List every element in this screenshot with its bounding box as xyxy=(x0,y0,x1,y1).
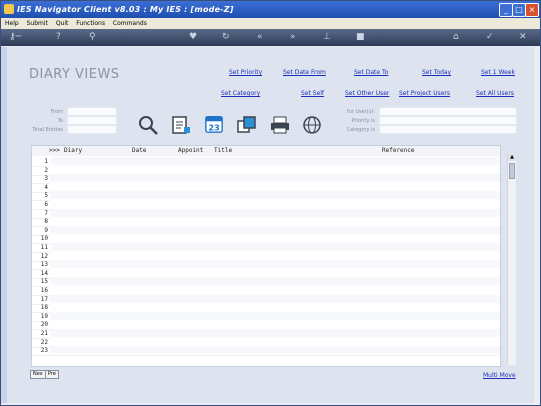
back-icon[interactable]: « xyxy=(257,32,263,43)
scroll-up-arrow[interactable]: ▲ xyxy=(508,153,516,161)
row-cell[interactable] xyxy=(50,217,500,226)
grid-header: >>> Diary Date Appoint Title Reference xyxy=(32,146,500,156)
to-label: To xyxy=(57,118,63,124)
priority-label: Priority is xyxy=(351,118,375,124)
close-button[interactable]: × xyxy=(525,3,539,17)
row-cell[interactable] xyxy=(50,277,500,286)
col-reference[interactable]: Reference xyxy=(382,146,415,156)
stop-icon[interactable]: ■ xyxy=(356,32,365,43)
row-cell[interactable] xyxy=(50,191,500,200)
priority-field[interactable] xyxy=(379,116,517,125)
row-cell[interactable] xyxy=(50,157,500,165)
calendar-icon[interactable]: 23 xyxy=(203,114,225,134)
row-cell[interactable] xyxy=(50,337,500,346)
help-icon[interactable]: ? xyxy=(56,32,61,43)
title-bar: IES Navigator Client v8.03 : My IES : [m… xyxy=(1,1,540,18)
heart-icon[interactable]: ♥ xyxy=(189,32,197,43)
set-all-users-link[interactable]: Set All Users xyxy=(476,90,514,97)
row-cell[interactable] xyxy=(50,268,500,277)
col-appoint[interactable]: Appoint xyxy=(178,146,203,156)
grid-scrollbar[interactable]: ▲ xyxy=(507,153,516,365)
minimize-button[interactable]: _ xyxy=(499,3,513,17)
app-window: IES Navigator Client v8.03 : My IES : [m… xyxy=(0,0,541,406)
forward-icon[interactable]: » xyxy=(290,32,296,43)
diary-grid: >>> Diary Date Appoint Title Reference 1… xyxy=(31,145,501,367)
row-cell[interactable] xyxy=(50,208,500,217)
row-cell[interactable] xyxy=(50,174,500,183)
copy-windows-icon[interactable] xyxy=(236,115,258,135)
row-cell[interactable] xyxy=(50,165,500,174)
set-today-link[interactable]: Set Today xyxy=(422,69,451,76)
menu-functions[interactable]: Functions xyxy=(76,20,105,27)
menu-help[interactable]: Help xyxy=(5,20,19,27)
set-date-to-link[interactable]: Set Date To xyxy=(354,69,388,76)
toolbar: ⚷─ ? ⚲ ♥ ↻ « » ⊥ ■ ⌂ ✓ ✕ xyxy=(1,29,540,46)
row-cell[interactable] xyxy=(50,294,500,303)
category-field[interactable] xyxy=(379,125,517,134)
row-cell[interactable] xyxy=(50,251,500,260)
pin-icon[interactable]: ⊥ xyxy=(323,32,331,43)
refresh-icon[interactable]: ↻ xyxy=(222,32,230,43)
window-title: IES Navigator Client v8.03 : My IES : [m… xyxy=(17,5,234,14)
globe-icon[interactable] xyxy=(301,115,323,135)
row-cell[interactable] xyxy=(50,311,500,320)
row-cell[interactable] xyxy=(50,286,500,294)
row-cell[interactable] xyxy=(50,243,500,251)
close-icon[interactable]: ✕ xyxy=(519,32,527,43)
col-expand[interactable]: >>> xyxy=(49,146,60,156)
menu-submit[interactable]: Submit xyxy=(27,20,48,27)
row-cell[interactable] xyxy=(50,329,500,337)
from-label: From xyxy=(50,109,63,115)
col-title[interactable]: Title xyxy=(214,146,232,156)
menu-quit[interactable]: Quit xyxy=(56,20,69,27)
maximize-button[interactable]: □ xyxy=(512,3,526,17)
set-other-user-link[interactable]: Set Other User xyxy=(345,90,389,97)
app-icon xyxy=(4,4,14,14)
edit-document-icon[interactable] xyxy=(170,115,192,135)
row-cell[interactable] xyxy=(50,200,500,208)
row-cell[interactable] xyxy=(50,234,500,243)
scroll-thumb[interactable] xyxy=(509,163,515,179)
search-icon[interactable] xyxy=(137,115,159,135)
set-priority-link[interactable]: Set Priority xyxy=(229,69,262,76)
row-cell[interactable] xyxy=(50,225,500,234)
page-title: DIARY VIEWS xyxy=(29,67,120,82)
home-icon[interactable]: ⌂ xyxy=(453,32,459,43)
total-entries-field xyxy=(67,125,117,134)
col-diary[interactable]: Diary xyxy=(64,146,82,156)
row-cell[interactable] xyxy=(50,303,500,312)
row-cell[interactable] xyxy=(50,182,500,191)
nex-button[interactable]: Nex xyxy=(30,370,46,379)
from-field[interactable] xyxy=(67,107,117,116)
key-icon[interactable]: ⚷─ xyxy=(9,32,21,43)
for-users-label: for User(s): xyxy=(346,109,375,115)
row-cell[interactable] xyxy=(50,346,500,355)
row-cell[interactable] xyxy=(50,320,500,329)
printer-icon[interactable] xyxy=(269,115,291,135)
for-users-field[interactable] xyxy=(379,107,517,116)
total-entries-label: Total Entries xyxy=(32,127,63,133)
calendar-day: 23 xyxy=(208,122,220,132)
category-label: Category is xyxy=(346,127,375,133)
menu-bar: Help Submit Quit Functions Commands xyxy=(1,18,540,29)
search-icon[interactable]: ⚲ xyxy=(89,32,96,43)
col-date[interactable]: Date xyxy=(132,146,146,156)
set-self-link[interactable]: Set Self xyxy=(301,90,324,97)
set-date-from-link[interactable]: Set Date From xyxy=(283,69,326,76)
check-icon[interactable]: ✓ xyxy=(486,32,494,43)
row-cell[interactable] xyxy=(50,260,500,269)
multi-move-link[interactable]: Multi Move xyxy=(483,372,516,379)
set-project-users-link[interactable]: Set Project Users xyxy=(399,90,450,97)
pre-button[interactable]: Pre xyxy=(45,370,59,379)
menu-commands[interactable]: Commands xyxy=(113,20,147,27)
to-field[interactable] xyxy=(67,116,117,125)
row-number: 23 xyxy=(40,347,48,355)
set-category-link[interactable]: Set Category xyxy=(221,90,260,97)
table-row[interactable]: 23 xyxy=(32,346,500,357)
set-1-week-link[interactable]: Set 1 Week xyxy=(481,69,515,76)
